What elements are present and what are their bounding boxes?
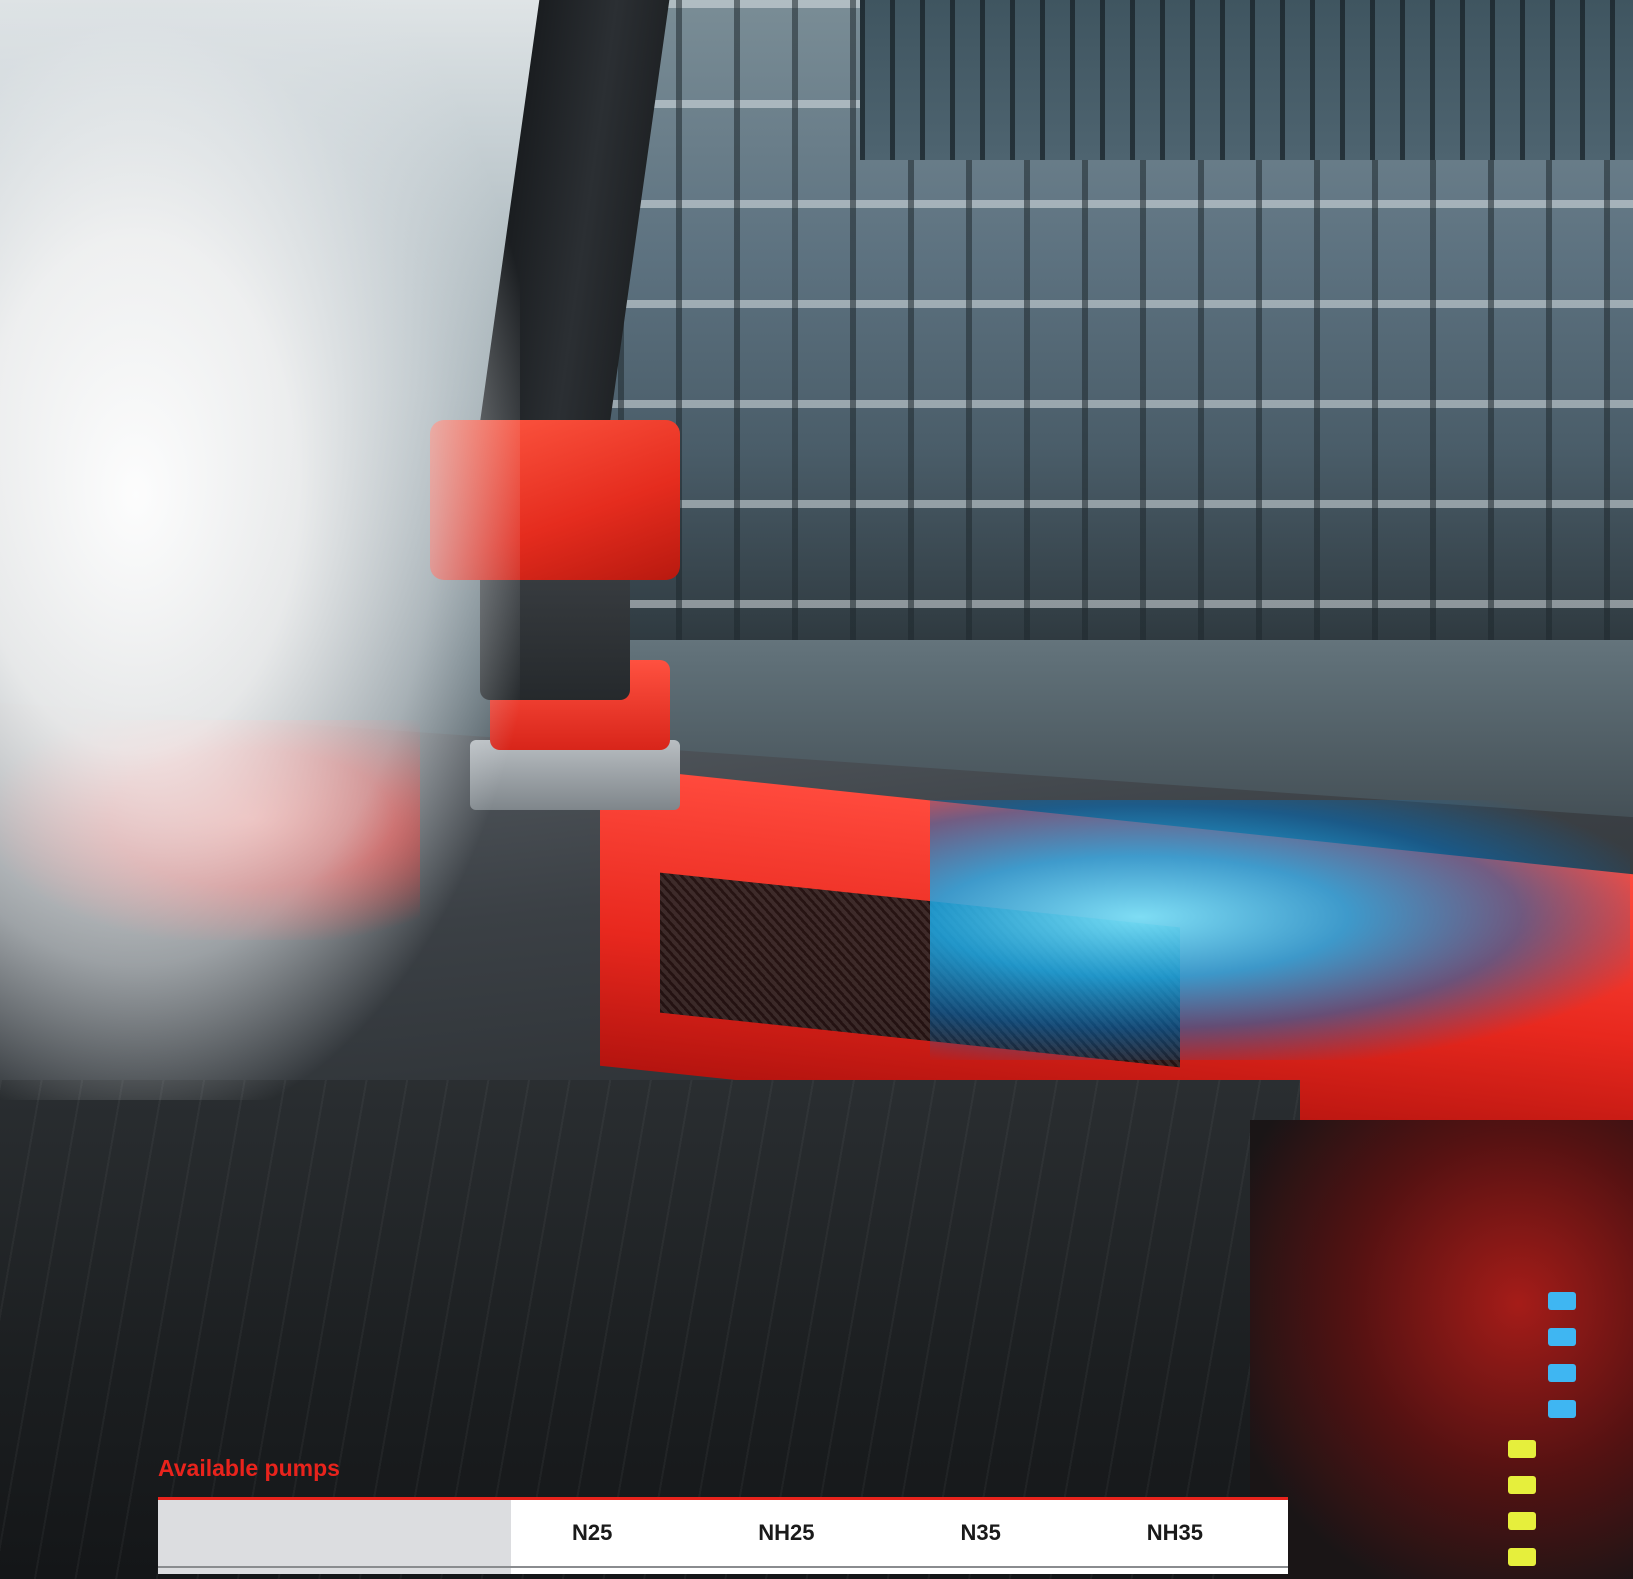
table-cell	[899, 1566, 1062, 1574]
pumps-table: N25 NH25 N35 NH35	[158, 1497, 1288, 1574]
led-indicator	[1548, 1292, 1576, 1310]
led-indicator	[1548, 1364, 1576, 1382]
blue-warning-light	[930, 800, 1630, 1060]
cab-interior-red-glow	[1250, 1120, 1633, 1579]
table-cell	[1061, 1566, 1288, 1574]
led-indicator	[1508, 1440, 1536, 1458]
table-cell	[158, 1566, 511, 1574]
column-header: NH35	[1061, 1498, 1288, 1567]
led-indicator	[1508, 1476, 1536, 1494]
led-indicator	[1508, 1512, 1536, 1530]
led-indicator	[1508, 1548, 1536, 1566]
table-header-row: N25 NH25 N35 NH35	[158, 1498, 1288, 1567]
water-spray	[0, 0, 520, 1100]
table-row	[158, 1566, 1288, 1574]
led-indicator	[1548, 1328, 1576, 1346]
column-header: N25	[511, 1498, 674, 1567]
column-header: N35	[899, 1498, 1062, 1567]
building-upper-facade	[860, 0, 1633, 160]
column-header: NH25	[673, 1498, 900, 1567]
table-cell	[673, 1566, 900, 1574]
table-cell	[511, 1566, 674, 1574]
table-corner-cell	[158, 1498, 511, 1567]
led-indicator	[1548, 1400, 1576, 1418]
brochure-page: Available pumps N25 NH25 N35 NH35	[0, 0, 1633, 1579]
fire-truck-roof-monitor-image	[0, 0, 1633, 1579]
section-title: Available pumps	[158, 1455, 340, 1481]
